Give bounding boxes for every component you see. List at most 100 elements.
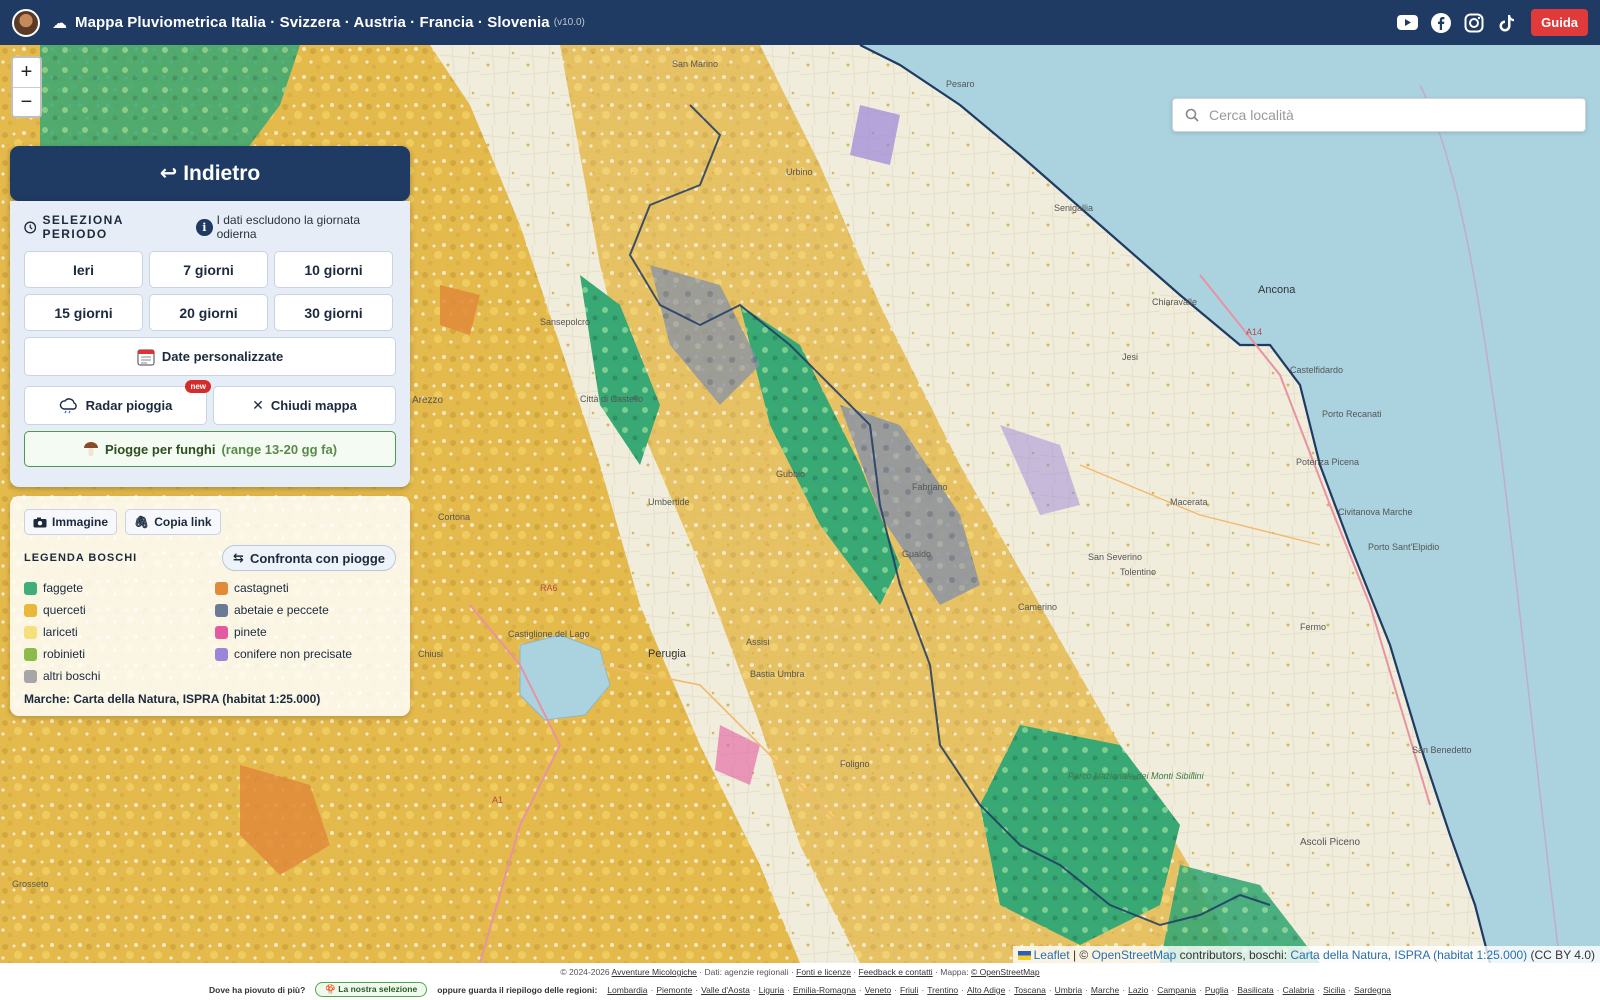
copy-link-button[interactable]: 🖇 Copia link	[125, 509, 221, 535]
custom-dates-button[interactable]: Date personalizzate	[24, 337, 396, 376]
legend-swatch	[24, 647, 37, 661]
our-selection-button[interactable]: 🍄 La nostra selezione	[315, 982, 428, 997]
compare-rain-button[interactable]: ⇆ Confronta con piogge	[222, 545, 396, 571]
region-separator: ·	[858, 984, 862, 995]
avatar[interactable]	[12, 8, 40, 37]
region-link[interactable]: Umbria	[1055, 985, 1082, 995]
brand-link[interactable]: Avventure Micologiche	[612, 967, 697, 977]
license-text: (CC BY 4.0)	[1527, 948, 1595, 962]
zoom-out-button[interactable]: −	[13, 87, 40, 116]
region-link[interactable]: Marche	[1091, 985, 1119, 995]
region-link[interactable]: Lazio	[1128, 985, 1148, 995]
top-bar: ☁ Mappa Pluviometrica Italia · Svizzera …	[0, 0, 1600, 45]
legend-label: robinieti	[43, 647, 86, 661]
ispra-link[interactable]: Carta della Natura, ISPRA (habitat 1:25.…	[1290, 948, 1527, 962]
period-header: SELEZIONA PERIODO i I dati escludono la …	[24, 213, 396, 241]
region-separator: ·	[1317, 984, 1321, 995]
rain-radar-button[interactable]: Radar pioggia new	[24, 380, 211, 425]
region-link[interactable]: Liguria	[759, 985, 785, 995]
region-separator: ·	[1048, 984, 1052, 995]
custom-dates-label: Date personalizzate	[161, 349, 284, 364]
map-note: · Mappa:	[932, 967, 971, 977]
guide-button[interactable]: Guida	[1531, 9, 1588, 36]
region-link[interactable]: Friuli	[900, 985, 918, 995]
footer: © 2024-2026 Avventure Micologiche · Dati…	[0, 963, 1600, 1000]
compare-rain-label: Confronta con piogge	[249, 550, 385, 566]
camera-icon	[33, 517, 47, 527]
region-separator: ·	[1348, 984, 1352, 995]
footer-credits: © 2024-2026 Avventure Micologiche · Dati…	[0, 963, 1600, 978]
legend-title: LEGENDA BOSCHI	[24, 552, 138, 564]
region-link[interactable]: Calabria	[1283, 985, 1315, 995]
legend-item: pinete	[215, 624, 406, 640]
info-icon[interactable]: i	[196, 218, 213, 236]
legend-label: pinete	[234, 625, 267, 639]
rain-question: Dove ha piovuto di più?	[208, 984, 306, 995]
region-link[interactable]: Valle d'Aosta	[701, 985, 750, 995]
region-link[interactable]: Basilicata	[1237, 985, 1273, 995]
social-links	[1397, 12, 1517, 33]
period-ieri-button[interactable]: Ieri	[24, 251, 143, 288]
app-title: Mappa Pluviometrica Italia · Svizzera · …	[75, 14, 550, 31]
zoom-in-button[interactable]: +	[13, 58, 40, 87]
osm-footer-link[interactable]: © OpenStreetMap	[971, 967, 1040, 977]
legend-items: faggete castagneti querceti abetaie e pe…	[24, 580, 396, 684]
region-link[interactable]: Lombardia	[607, 985, 647, 995]
map-actions: Radar pioggia new ✕ Chiudi mappa	[24, 380, 396, 425]
region-link[interactable]: Emilia-Romagna	[793, 985, 856, 995]
region-separator: ·	[894, 984, 898, 995]
tiktok-icon[interactable]	[1496, 12, 1517, 33]
leaflet-link[interactable]: Leaflet	[1034, 948, 1070, 962]
copyright: © 2024-2026	[560, 967, 610, 977]
region-separator: ·	[921, 984, 925, 995]
close-map-button[interactable]: ✕ Chiudi mappa	[213, 386, 396, 425]
map-attribution: Leaflet | © OpenStreetMap contributors, …	[1012, 946, 1600, 964]
feedback-link[interactable]: Feedback e contatti	[859, 967, 933, 977]
region-separator: ·	[1008, 984, 1012, 995]
period-10-button[interactable]: 10 giorni	[274, 251, 393, 288]
search-input[interactable]	[1209, 107, 1569, 123]
regions-intro: oppure guarda il riepilogo delle regioni…	[437, 984, 598, 995]
legend-header: LEGENDA BOSCHI ⇆ Confronta con piogge	[24, 545, 396, 571]
period-7-button[interactable]: 7 giorni	[149, 251, 268, 288]
youtube-icon[interactable]	[1397, 12, 1419, 33]
sources-link[interactable]: Fonti e licenze	[796, 967, 851, 977]
region-separator: ·	[1122, 984, 1126, 995]
legend-label: abetaie e peccete	[234, 603, 329, 617]
region-link[interactable]: Toscana	[1014, 985, 1046, 995]
region-link[interactable]: Alto Adige	[967, 985, 1005, 995]
region-separator: ·	[961, 984, 965, 995]
rain-radar-label: Radar pioggia	[85, 398, 173, 413]
region-separator: ·	[787, 984, 791, 995]
osm-link[interactable]: OpenStreetMap	[1092, 948, 1177, 962]
export-image-button[interactable]: Immagine	[24, 509, 118, 535]
region-link[interactable]: Trentino	[927, 985, 958, 995]
back-button[interactable]: ↩ Indietro	[10, 146, 410, 201]
calendar-icon	[137, 349, 155, 365]
region-links: Lombardia · Piemonte · Valle d'Aosta · Liguria…	[607, 985, 1391, 995]
mushroom-rain-button[interactable]: Piogge per funghi (range 13-20 gg fa)	[24, 431, 396, 467]
period-15-button[interactable]: 15 giorni	[24, 294, 143, 331]
region-link[interactable]: Veneto	[865, 985, 891, 995]
period-20-button[interactable]: 20 giorni	[149, 294, 268, 331]
zoom-control: + −	[11, 56, 42, 118]
facebook-icon[interactable]	[1430, 12, 1451, 33]
region-link[interactable]: Sicilia	[1323, 985, 1345, 995]
region-link[interactable]: Puglia	[1205, 985, 1229, 995]
legend-label: querceti	[43, 603, 86, 617]
period-label: SELEZIONA PERIODO	[42, 213, 124, 241]
legend-item: abetaie e peccete	[215, 602, 406, 618]
footer-regions: Dove ha piovuto di più? 🍄 La nostra sele…	[0, 978, 1600, 997]
region-link[interactable]: Sardegna	[1354, 985, 1391, 995]
legend-item: castagneti	[215, 580, 406, 596]
region-separator: ·	[650, 984, 654, 995]
region-link[interactable]: Campania	[1157, 985, 1196, 995]
search-icon	[1185, 108, 1199, 122]
region-link[interactable]: Piemonte	[656, 985, 692, 995]
instagram-icon[interactable]	[1463, 12, 1484, 33]
attribution-separator: | ©	[1069, 948, 1092, 962]
legend-item: querceti	[24, 602, 215, 618]
period-30-button[interactable]: 30 giorni	[274, 294, 393, 331]
region-separator: ·	[1231, 984, 1235, 995]
legend-label: lariceti	[43, 625, 78, 639]
